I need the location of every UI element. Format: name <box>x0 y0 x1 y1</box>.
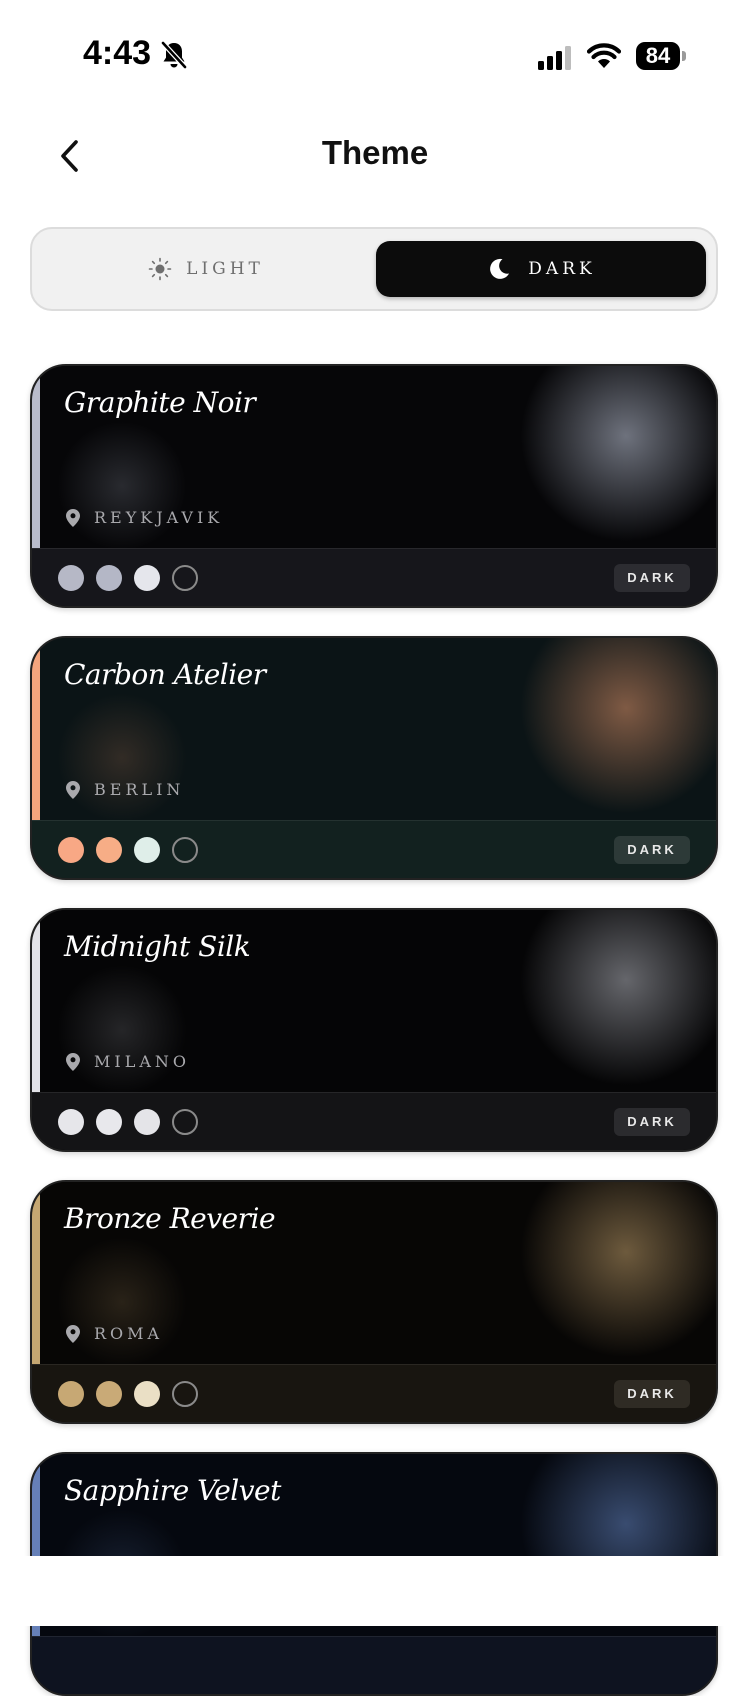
theme-accent-bar <box>32 638 40 822</box>
color-swatch <box>134 1109 160 1135</box>
theme-location: ROMA <box>66 1324 163 1343</box>
location-pin-icon <box>66 1324 80 1343</box>
theme-mode-toggle: LIGHT DARK <box>30 227 718 311</box>
theme-card-footer: DARK <box>32 548 716 606</box>
cellular-signal-icon <box>538 46 571 70</box>
theme-accent-bar <box>32 910 40 1094</box>
card-glow-secondary <box>52 1232 192 1372</box>
theme-mode-badge: DARK <box>614 1380 690 1408</box>
list-bottom-edge <box>0 1556 750 1626</box>
theme-location-label: ROMA <box>94 1324 164 1343</box>
theme-name: Bronze Reverie <box>64 1202 276 1235</box>
theme-mode-badge: DARK <box>614 1108 690 1136</box>
dark-mode-option[interactable]: DARK <box>376 241 706 297</box>
color-swatch <box>96 565 122 591</box>
theme-card-footer: DARK <box>32 1364 716 1422</box>
sun-icon <box>148 257 172 281</box>
page-title: Theme <box>321 134 429 171</box>
location-pin-icon <box>66 508 80 527</box>
theme-name: Carbon Atelier <box>64 658 266 691</box>
light-mode-option[interactable]: LIGHT <box>46 241 366 297</box>
theme-card-preview: Graphite Noir REYKJAVIK <box>32 366 716 556</box>
theme-mode-badge: DARK <box>614 836 690 864</box>
color-swatch-empty <box>172 1109 198 1135</box>
theme-card-preview: Midnight Silk MILANO <box>32 910 716 1100</box>
card-glow <box>506 910 716 1100</box>
theme-location: MILANO <box>66 1052 190 1071</box>
status-time: 4:43 <box>83 34 152 72</box>
wifi-icon <box>587 43 621 68</box>
battery-level: 84 <box>636 42 680 70</box>
battery-icon: 84 <box>636 42 688 70</box>
theme-card[interactable]: Midnight Silk MILANO DARK <box>30 908 718 1152</box>
moon-icon <box>490 258 510 279</box>
location-pin-icon <box>66 1052 80 1071</box>
bell-slash-icon <box>161 41 187 69</box>
color-swatch <box>58 837 84 863</box>
card-glow-secondary <box>52 688 192 828</box>
color-swatch <box>96 1109 122 1135</box>
color-swatch <box>58 1381 84 1407</box>
color-swatch <box>96 837 122 863</box>
theme-location-label: MILANO <box>94 1052 190 1071</box>
location-pin-icon <box>66 780 80 799</box>
color-swatch-empty <box>172 837 198 863</box>
theme-name: Sapphire Velvet <box>64 1474 281 1507</box>
card-glow <box>506 366 716 556</box>
card-glow <box>506 638 716 828</box>
status-bar: 4:43 84 <box>0 0 750 110</box>
theme-name: Graphite Noir <box>64 386 256 419</box>
dark-mode-label: DARK <box>528 259 596 279</box>
theme-card[interactable]: Carbon Atelier BERLIN DARK <box>30 636 718 880</box>
theme-location-label: REYKJAVIK <box>94 508 224 527</box>
light-mode-label: LIGHT <box>186 259 264 279</box>
theme-accent-bar <box>32 366 40 550</box>
theme-name: Midnight Silk <box>64 930 251 963</box>
card-glow <box>506 1182 716 1372</box>
theme-card[interactable]: Graphite Noir REYKJAVIK DARK <box>30 364 718 608</box>
theme-mode-badge: DARK <box>614 564 690 592</box>
color-swatches <box>58 1109 198 1135</box>
color-swatches <box>58 1381 198 1407</box>
theme-location: BERLIN <box>66 780 184 799</box>
theme-card-preview: Carbon Atelier BERLIN <box>32 638 716 828</box>
theme-card-footer: DARK <box>32 1092 716 1150</box>
navigation-bar: Theme <box>0 110 750 200</box>
card-glow-secondary <box>52 416 192 556</box>
color-swatch-empty <box>172 1381 198 1407</box>
color-swatches <box>58 837 198 863</box>
theme-card-footer: DARK <box>32 820 716 878</box>
card-glow-secondary <box>52 960 192 1100</box>
battery-tip <box>682 51 686 61</box>
color-swatch <box>58 565 84 591</box>
color-swatch <box>134 1381 160 1407</box>
theme-location: REYKJAVIK <box>66 508 223 527</box>
color-swatch <box>96 1381 122 1407</box>
color-swatch <box>58 1109 84 1135</box>
color-swatch <box>134 565 160 591</box>
theme-card-footer <box>32 1636 716 1694</box>
color-swatch <box>134 837 160 863</box>
theme-card-preview: Bronze Reverie ROMA <box>32 1182 716 1372</box>
theme-location-label: BERLIN <box>94 780 185 799</box>
theme-accent-bar <box>32 1182 40 1366</box>
color-swatch-empty <box>172 565 198 591</box>
color-swatches <box>58 565 198 591</box>
theme-card[interactable]: Bronze Reverie ROMA DARK <box>30 1180 718 1424</box>
